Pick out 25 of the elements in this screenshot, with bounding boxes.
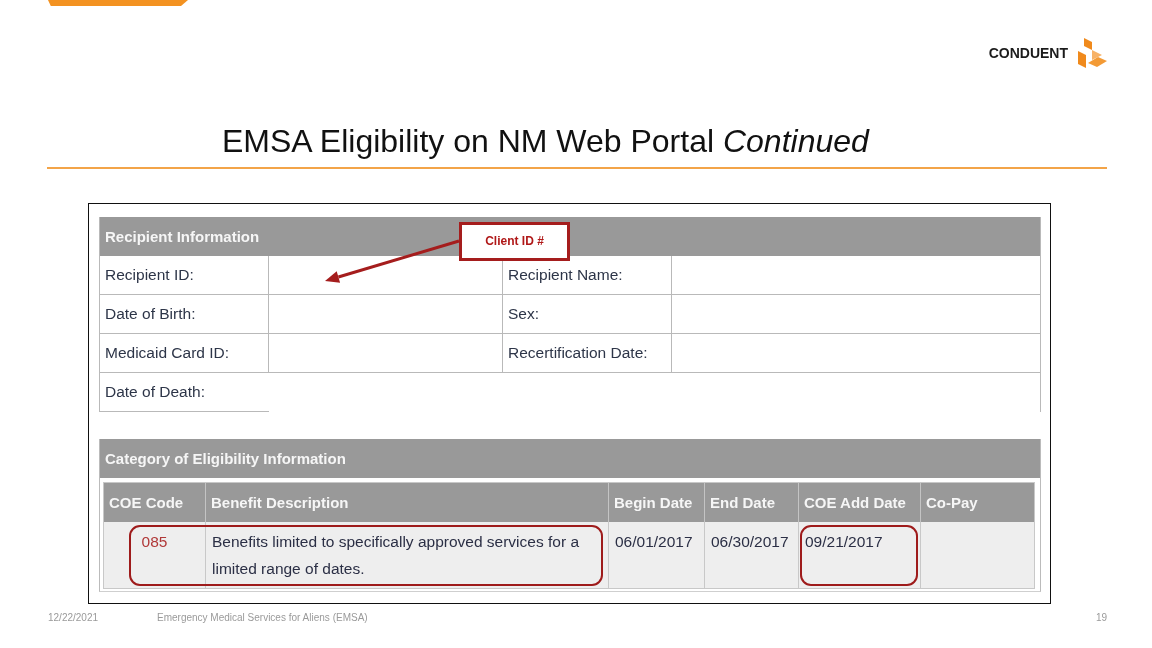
- column-header: Co-Pay: [921, 483, 1034, 522]
- logo-icon: [1075, 38, 1107, 68]
- table-cell: 06/30/2017: [705, 522, 799, 588]
- column-header: COE Code: [104, 483, 206, 522]
- field-label: Medicaid Card ID:: [100, 334, 269, 373]
- slide-title: EMSA Eligibility on NM Web Portal Continued: [222, 123, 871, 159]
- field-label: Date of Birth:: [100, 295, 269, 334]
- table-cell: 06/01/2017: [609, 522, 705, 588]
- field-label: Sex:: [503, 295, 672, 334]
- page-number: 19: [1095, 612, 1107, 624]
- table-cell: 085: [104, 522, 206, 588]
- field-label: Recertification Date:: [503, 334, 672, 373]
- footer-date: 12/22/2021: [48, 612, 100, 624]
- table-cell: 09/21/2017: [799, 522, 921, 588]
- table-cell: Benefits limited to specifically approved services for a limited range of dates.: [206, 522, 609, 588]
- column-header: COE Add Date: [799, 483, 921, 522]
- field-label: Date of Death:: [100, 373, 269, 412]
- logo-text: CONDUENT: [988, 45, 1068, 61]
- column-header: Begin Date: [609, 483, 705, 522]
- callout-box: Client ID #: [459, 222, 570, 261]
- section-header: Category of Eligibility Information: [100, 439, 1040, 478]
- footer-title: Emergency Medical Services for Aliens (EMSA): [157, 612, 368, 624]
- column-header: Benefit Description: [206, 483, 609, 522]
- column-header: End Date: [705, 483, 799, 522]
- field-label: Recipient ID:: [100, 256, 269, 295]
